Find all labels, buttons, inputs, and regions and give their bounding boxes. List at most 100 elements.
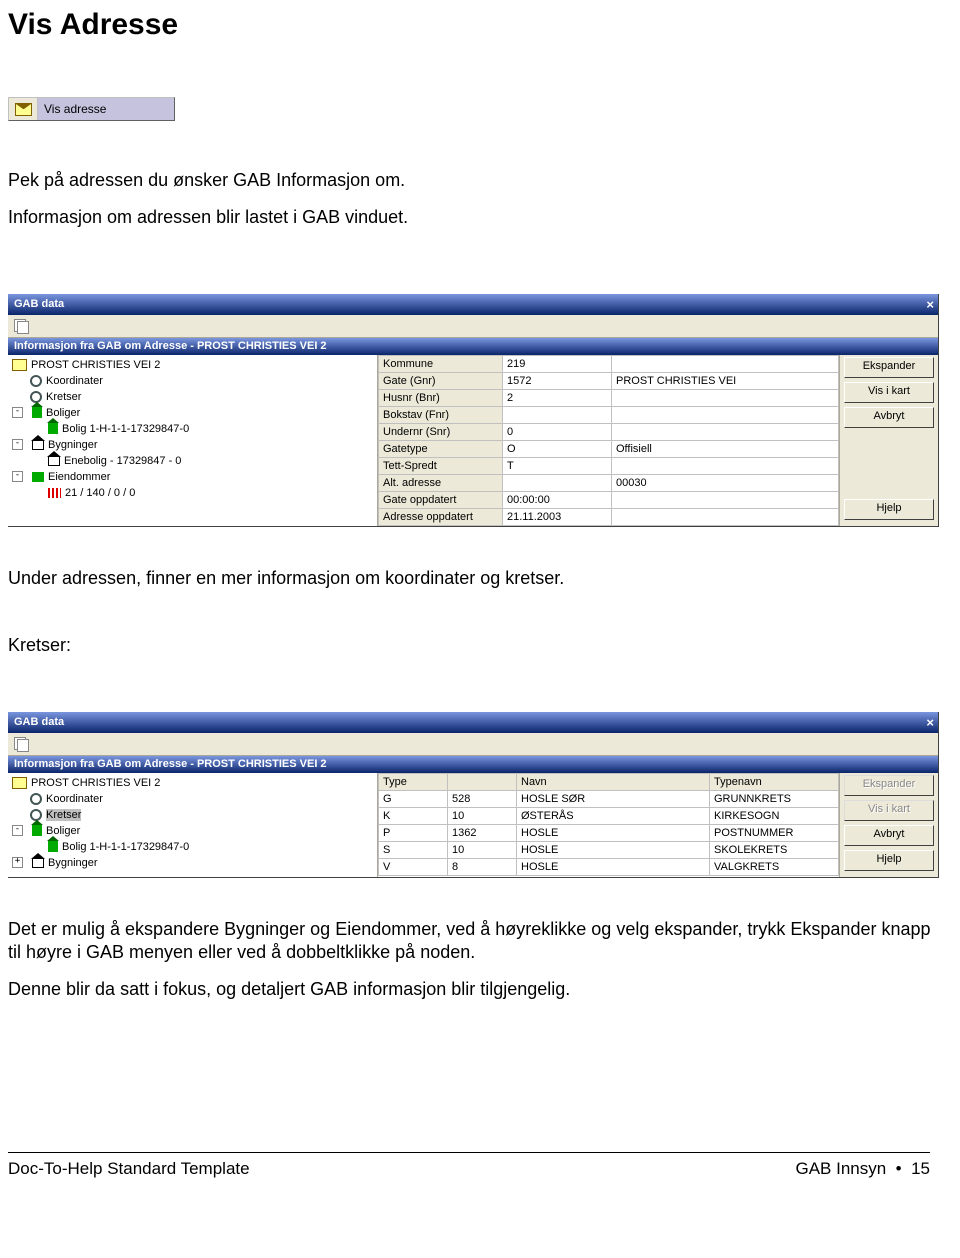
house-icon (32, 440, 44, 450)
gab-window-2: GAB data × Informasjon fra GAB om Adress… (8, 712, 939, 878)
grid-value: 21.11.2003 (503, 508, 612, 525)
redbars-icon (48, 488, 61, 498)
toolbar-button-label: Vis adresse (44, 102, 106, 116)
house-icon (48, 456, 60, 466)
tree-item[interactable]: Bolig 1-H-1-1-17329847-0 (62, 841, 189, 853)
grid-value (612, 389, 839, 406)
cell: HOSLE (517, 841, 710, 858)
property-icon (32, 472, 44, 482)
col-navn: Navn (517, 773, 710, 790)
tree-item[interactable]: Eiendommer (48, 471, 110, 483)
grid-value: 00030 (612, 474, 839, 491)
kretser-label: Kretser: (8, 634, 942, 657)
grid-label: Kommune (379, 355, 503, 372)
hjelp-button[interactable]: Hjelp (844, 850, 934, 871)
grid-value (612, 508, 839, 525)
tree-item[interactable]: Kretser (46, 391, 81, 403)
grid-label: Gate oppdatert (379, 491, 503, 508)
cell: 1362 (448, 824, 517, 841)
circle-icon (30, 391, 42, 403)
intro-line-2: Informasjon om adressen blir lastet i GA… (8, 206, 942, 229)
window-subtitle: Informasjon fra GAB om Adresse - PROST C… (8, 338, 938, 355)
tree-item[interactable]: Bygninger (48, 857, 98, 869)
ekspander-button[interactable]: Ekspander (844, 357, 934, 378)
envelope-icon (9, 98, 38, 120)
col-blank (448, 773, 517, 790)
window-title: GAB data (14, 716, 64, 728)
tree-item[interactable]: Koordinater (46, 375, 103, 387)
window-subtitle: Informasjon fra GAB om Adresse - PROST C… (8, 756, 938, 773)
tree-root[interactable]: PROST CHRISTIES VEI 2 (31, 359, 160, 371)
cell: S (379, 841, 448, 858)
hjelp-button[interactable]: Hjelp (844, 499, 934, 520)
close-icon[interactable]: × (926, 715, 934, 730)
grid-value (503, 474, 612, 491)
intro-line-1: Pek på adressen du ønsker GAB Informasjo… (8, 169, 942, 192)
grid-value (612, 355, 839, 372)
tree-item-selected[interactable]: Kretser (46, 809, 81, 821)
kretser-grid: TypeNavnTypenavnG528HOSLE SØRGRUNNKRETSK… (378, 773, 840, 877)
collapse-icon[interactable]: - (12, 825, 23, 836)
avbryt-button[interactable]: Avbryt (844, 407, 934, 428)
grid-label: Tett-Spredt (379, 457, 503, 474)
grid-value: 1572 (503, 372, 612, 389)
copy-icon[interactable] (14, 319, 29, 333)
tree-panel[interactable]: PROST CHRISTIES VEI 2 Koordinater Kretse… (8, 355, 378, 526)
tree-item[interactable]: 21 / 140 / 0 / 0 (65, 487, 135, 499)
copy-icon[interactable] (14, 737, 29, 751)
cell: 528 (448, 790, 517, 807)
tree-item[interactable]: Boliger (46, 407, 80, 419)
cell: K (379, 807, 448, 824)
tree-root[interactable]: PROST CHRISTIES VEI 2 (31, 777, 160, 789)
grid-value: O (503, 440, 612, 457)
col-type: Type (379, 773, 448, 790)
cell: HOSLE SØR (517, 790, 710, 807)
tree-item[interactable]: Bolig 1-H-1-1-17329847-0 (62, 423, 189, 435)
window-toolbar (8, 315, 938, 338)
vis-adresse-toolbar-button[interactable]: Vis adresse (8, 97, 175, 121)
collapse-icon[interactable]: - (12, 439, 23, 450)
tree-panel[interactable]: PROST CHRISTIES VEI 2 Koordinater Kretse… (8, 773, 378, 877)
footer-left: Doc-To-Help Standard Template (8, 1159, 250, 1179)
cell: ØSTERÅS (517, 807, 710, 824)
end-text-1: Det er mulig å ekspandere Bygninger og E… (8, 918, 942, 965)
building-icon (32, 825, 42, 836)
cell: P (379, 824, 448, 841)
tree-item[interactable]: Koordinater (46, 793, 103, 805)
house-icon (32, 858, 44, 868)
tree-item[interactable]: Boliger (46, 825, 80, 837)
circle-icon (30, 375, 42, 387)
building-icon (48, 841, 58, 852)
page-heading: Vis Adresse (8, 8, 942, 42)
grid-value (503, 406, 612, 423)
tree-item[interactable]: Enebolig - 17329847 - 0 (64, 455, 181, 467)
grid-label: Adresse oppdatert (379, 508, 503, 525)
envelope-icon (12, 777, 27, 789)
grid-value: 0 (503, 423, 612, 440)
grid-label: Undernr (Snr) (379, 423, 503, 440)
button-panel: Ekspander Vis i kart Avbryt Hjelp (840, 355, 938, 526)
window-toolbar (8, 733, 938, 756)
tree-item[interactable]: Bygninger (48, 439, 98, 451)
grid-label: Gate (Gnr) (379, 372, 503, 389)
cell: GRUNNKRETS (710, 790, 839, 807)
expand-icon[interactable]: + (12, 857, 23, 868)
ekspander-button: Ekspander (844, 775, 934, 796)
vis-i-kart-button[interactable]: Vis i kart (844, 382, 934, 403)
grid-value (612, 491, 839, 508)
grid-label: Bokstav (Fnr) (379, 406, 503, 423)
grid-label: Alt. adresse (379, 474, 503, 491)
collapse-icon[interactable]: - (12, 471, 23, 482)
vis-i-kart-button: Vis i kart (844, 800, 934, 821)
building-icon (32, 407, 42, 418)
circle-icon (30, 793, 42, 805)
close-icon[interactable]: × (926, 297, 934, 312)
grid-value: 00:00:00 (503, 491, 612, 508)
grid-value (612, 457, 839, 474)
avbryt-button[interactable]: Avbryt (844, 825, 934, 846)
button-panel: Ekspander Vis i kart Avbryt Hjelp (840, 773, 938, 877)
property-grid: Kommune219Gate (Gnr)1572PROST CHRISTIES … (378, 355, 840, 526)
cell: HOSLE (517, 858, 710, 875)
cell: 10 (448, 841, 517, 858)
collapse-icon[interactable]: - (12, 407, 23, 418)
